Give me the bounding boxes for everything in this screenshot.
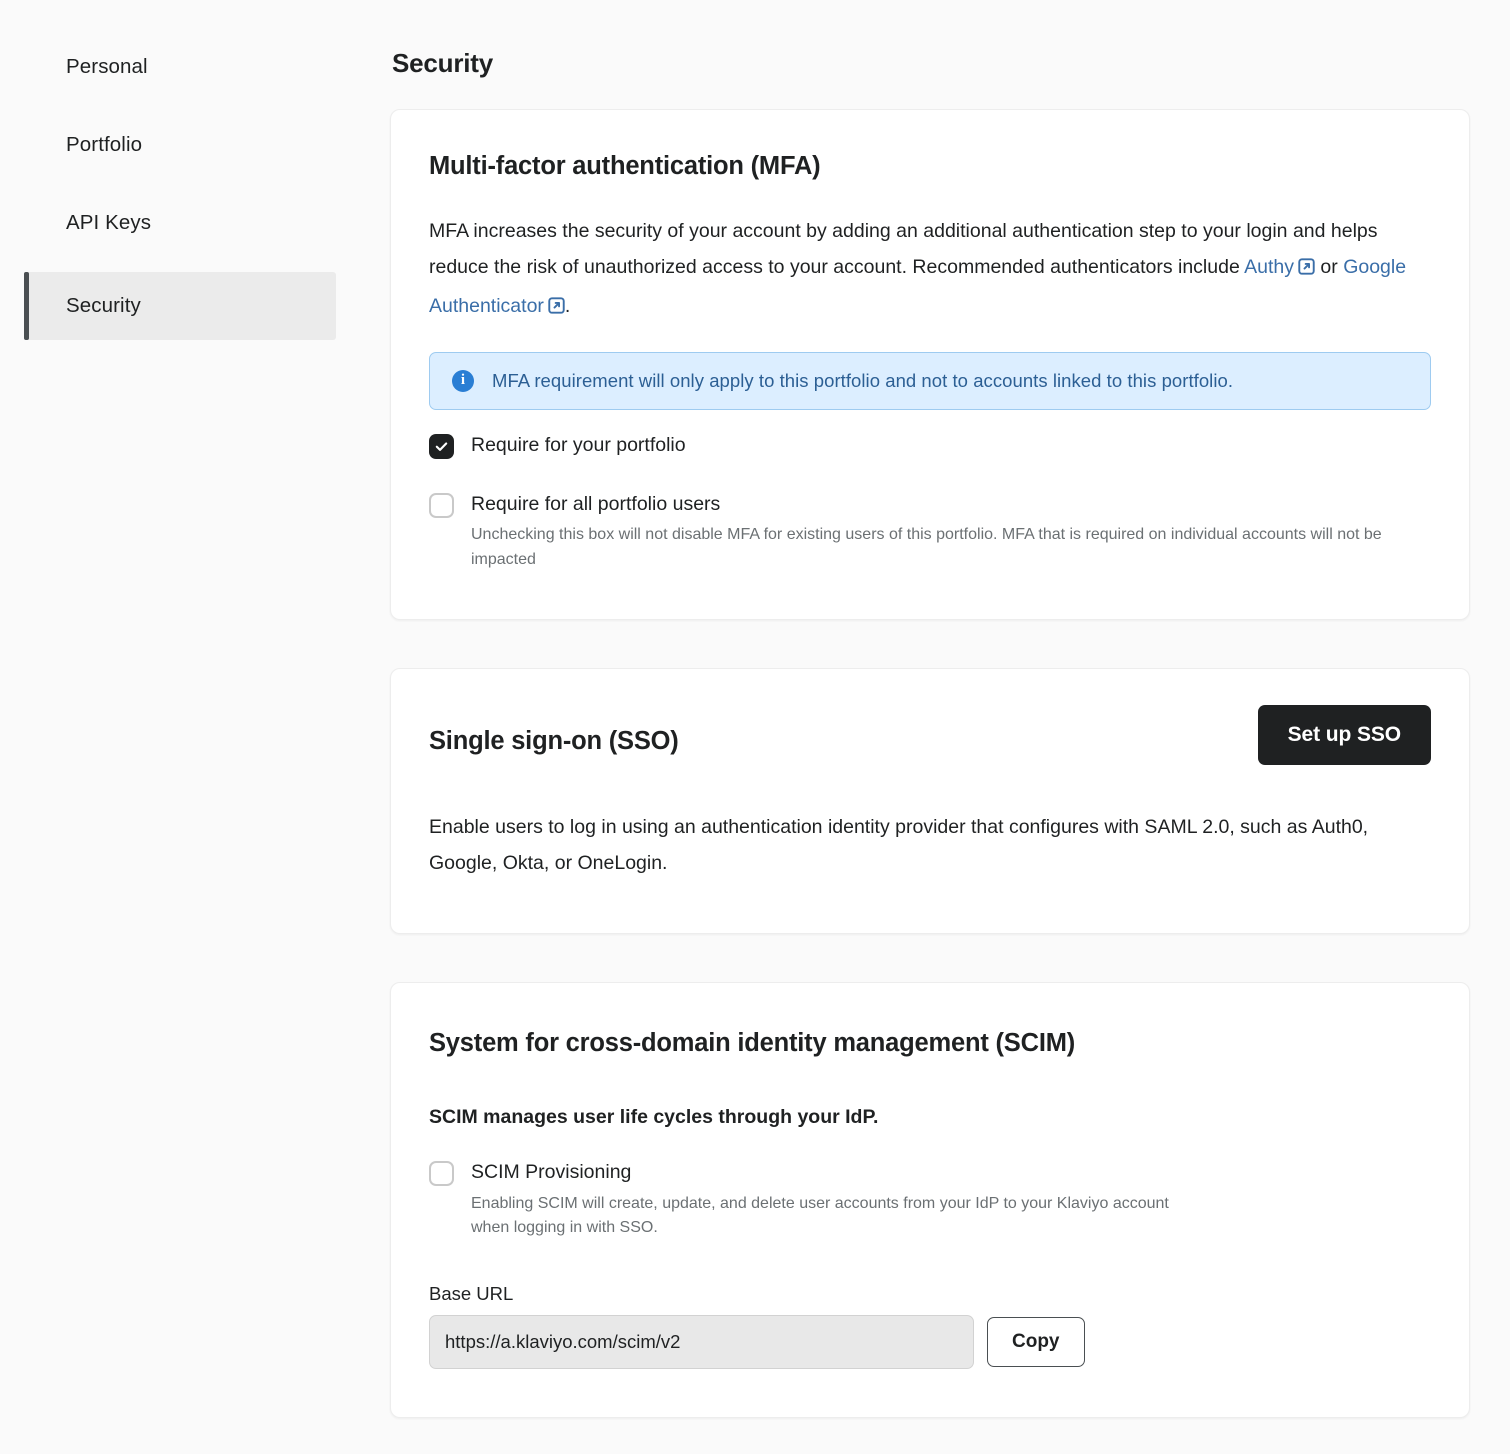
- sidebar-item-label: Security: [66, 294, 141, 318]
- sso-card: Single sign-on (SSO) Set up SSO Enable u…: [390, 668, 1470, 935]
- checkbox-unchecked-icon[interactable]: [429, 1161, 454, 1186]
- mfa-card: Multi-factor authentication (MFA) MFA in…: [390, 109, 1470, 620]
- checkbox-label: Require for your portfolio: [471, 434, 686, 456]
- main-content: Security Multi-factor authentication (MF…: [390, 0, 1510, 1454]
- mfa-info-banner: i MFA requirement will only apply to thi…: [429, 352, 1431, 410]
- mfa-description: MFA increases the security of your accou…: [429, 213, 1431, 326]
- sso-card-header: Single sign-on (SSO) Set up SSO: [429, 705, 1431, 765]
- set-up-sso-button[interactable]: Set up SSO: [1258, 705, 1431, 765]
- mfa-description-text: MFA increases the security of your accou…: [429, 220, 1378, 278]
- mfa-description-mid: or: [1315, 256, 1343, 278]
- security-settings-page: Personal Portfolio API Keys Security Sec…: [0, 0, 1510, 1454]
- sidebar-item-security[interactable]: Security: [24, 272, 336, 340]
- sidebar-item-personal[interactable]: Personal: [24, 38, 336, 96]
- checkbox-label-wrap: SCIM Provisioning Enabling SCIM will cre…: [471, 1159, 1171, 1241]
- checkbox-require-for-your-portfolio[interactable]: Require for your portfolio: [429, 432, 1431, 459]
- checkbox-help-text: Unchecking this box will not disable MFA…: [471, 523, 1411, 573]
- checkbox-unchecked-icon[interactable]: [429, 493, 454, 518]
- sidebar-item-api-keys[interactable]: API Keys: [24, 194, 336, 252]
- checkbox-help-text: Enabling SCIM will create, update, and d…: [471, 1192, 1171, 1242]
- checkbox-label-wrap: Require for your portfolio: [471, 432, 686, 457]
- external-link-icon: [548, 290, 565, 326]
- external-link-icon: [1298, 251, 1315, 287]
- scim-subtitle: SCIM manages user life cycles through yo…: [429, 1106, 1431, 1129]
- base-url-label: Base URL: [429, 1283, 1431, 1305]
- scim-card: System for cross-domain identity managem…: [390, 982, 1470, 1418]
- authy-link[interactable]: Authy: [1244, 256, 1294, 278]
- sso-description: Enable users to log in using an authenti…: [429, 809, 1431, 882]
- checkbox-scim-provisioning[interactable]: SCIM Provisioning Enabling SCIM will cre…: [429, 1159, 1431, 1241]
- sidebar-item-label: Personal: [66, 55, 148, 79]
- info-icon: i: [452, 370, 474, 392]
- checkbox-label-wrap: Require for all portfolio users Unchecki…: [471, 491, 1411, 573]
- mfa-title: Multi-factor authentication (MFA): [429, 152, 1431, 181]
- base-url-input[interactable]: [429, 1315, 974, 1369]
- settings-sidebar: Personal Portfolio API Keys Security: [0, 0, 390, 1454]
- checkbox-label: SCIM Provisioning: [471, 1161, 631, 1183]
- sidebar-item-portfolio[interactable]: Portfolio: [24, 116, 336, 174]
- base-url-field-row: Copy: [429, 1315, 1431, 1369]
- checkbox-label: Require for all portfolio users: [471, 493, 720, 515]
- mfa-info-banner-text: MFA requirement will only apply to this …: [492, 370, 1233, 392]
- mfa-description-end: .: [565, 295, 570, 317]
- checkbox-checked-icon[interactable]: [429, 434, 454, 459]
- authy-link-label: Authy: [1244, 256, 1294, 278]
- sso-title: Single sign-on (SSO): [429, 727, 679, 756]
- copy-button[interactable]: Copy: [987, 1317, 1085, 1367]
- checkbox-require-for-all-portfolio-users[interactable]: Require for all portfolio users Unchecki…: [429, 491, 1431, 573]
- page-title: Security: [392, 48, 1470, 79]
- scim-title: System for cross-domain identity managem…: [429, 1029, 1431, 1058]
- sidebar-item-label: API Keys: [66, 211, 151, 235]
- sidebar-item-label: Portfolio: [66, 133, 142, 157]
